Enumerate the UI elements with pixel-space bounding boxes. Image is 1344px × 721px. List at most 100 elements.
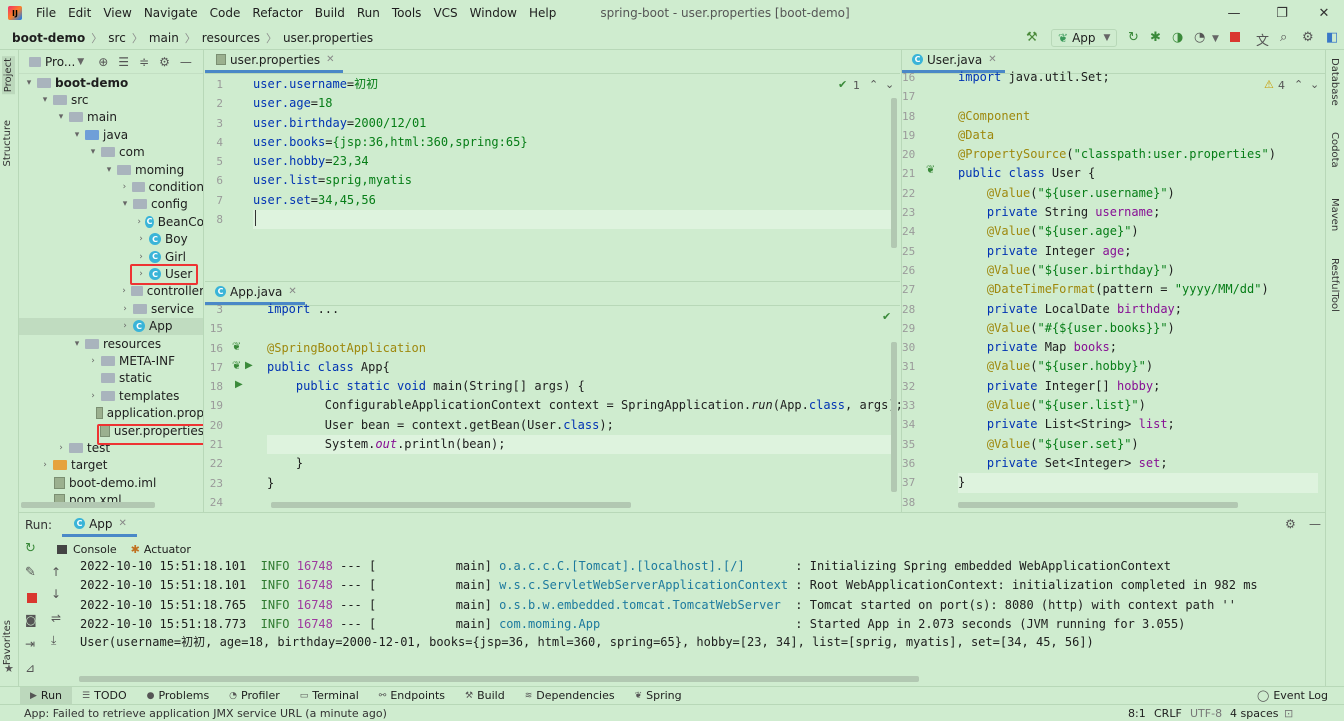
project-view-selector[interactable]: Pro... (45, 55, 75, 69)
database-tool-tab[interactable]: Database (1329, 58, 1340, 106)
expand-arrow-icon[interactable]: ▾ (103, 165, 115, 175)
menu-run[interactable]: Run (351, 0, 386, 26)
profiler-icon[interactable]: ◔ (1194, 30, 1205, 45)
expand-arrow-icon[interactable]: ▾ (55, 112, 67, 122)
close-tab-icon[interactable]: ✕ (119, 518, 127, 529)
camera-icon[interactable]: ◙ (25, 613, 37, 627)
settings-gear-icon[interactable]: ⚙ (1302, 30, 1314, 45)
breadcrumb-item[interactable]: user.properties (281, 31, 375, 45)
file-encoding[interactable]: UTF-8 (1190, 707, 1222, 720)
favorites-star-icon[interactable]: ★ (4, 662, 14, 675)
tree-item[interactable]: ▾ com (19, 144, 203, 161)
tab-actuator[interactable]: Actuator (144, 543, 191, 556)
tree-item[interactable]: › controller (19, 283, 203, 300)
tab-user-properties[interactable]: user.properties ✕ (205, 49, 343, 73)
locate-target-icon[interactable]: ⊕ (98, 55, 108, 69)
menu-navigate[interactable]: Navigate (138, 0, 204, 26)
tree-item[interactable]: › C App (19, 317, 203, 335)
tree-item[interactable]: › service (19, 300, 203, 317)
scroll-up-icon[interactable]: ↑ (51, 565, 61, 579)
rerun-icon[interactable]: ↻ (25, 541, 36, 556)
tab-console[interactable]: Console (73, 543, 117, 556)
maximize-icon[interactable]: ❐ (1260, 0, 1304, 26)
breadcrumb-item[interactable]: src (106, 31, 128, 45)
hide-run-panel-icon[interactable]: — (1309, 517, 1321, 531)
codota-tool-tab[interactable]: Codota (1329, 132, 1340, 168)
build-hammer-icon[interactable]: ⚒ (1026, 30, 1038, 45)
stop-icon[interactable] (27, 593, 37, 603)
menu-refactor[interactable]: Refactor (246, 0, 308, 26)
bottom-tab-endpoints[interactable]: ⚯ Endpoints (369, 689, 455, 702)
code-area[interactable]: import java.util.Set; @Component @Data @Pr… (958, 68, 1318, 512)
menu-vcs[interactable]: VCS (427, 0, 463, 26)
bottom-tab-problems[interactable]: ● Problems (137, 689, 220, 702)
status-message[interactable]: App: Failed to retrieve application JMX … (0, 707, 387, 720)
indent-setting[interactable]: 4 spaces (1230, 707, 1279, 720)
expand-arrow-icon[interactable]: › (87, 391, 99, 401)
expand-arrow-icon[interactable]: › (39, 460, 51, 470)
debug-bug-icon[interactable]: ✱ (1150, 30, 1161, 45)
tree-item[interactable]: › META-INF (19, 352, 203, 369)
search-icon[interactable]: ⌕ (1280, 30, 1287, 45)
favorites-tool-tab[interactable]: Favorites (2, 620, 13, 665)
soft-wrap-icon[interactable]: ⇌ (51, 611, 61, 625)
close-tab-icon[interactable]: ✕ (988, 54, 996, 65)
collapse-all-icon[interactable]: ≑ (139, 55, 149, 69)
bottom-tab-build[interactable]: ⚒ Build (455, 689, 515, 702)
close-tab-icon[interactable]: ✕ (288, 286, 296, 297)
caret-position[interactable]: 8:1 (1128, 707, 1146, 720)
breadcrumb-item[interactable]: main (147, 31, 181, 45)
breadcrumb-item[interactable]: resources (200, 31, 262, 45)
menu-edit[interactable]: Edit (62, 0, 97, 26)
expand-arrow-icon[interactable]: ▾ (23, 78, 35, 88)
tree-item[interactable]: › templates (19, 387, 203, 404)
structure-tool-tab[interactable]: Structure (2, 120, 13, 167)
tree-item[interactable]: › C BeanCo (19, 213, 203, 230)
bottom-tab-profiler[interactable]: ◔ Profiler (219, 689, 290, 702)
exit-icon[interactable]: ⇥ (25, 637, 35, 651)
panel-gear-icon[interactable]: ⚙ (159, 55, 170, 69)
tree-item[interactable]: › C Boy (19, 231, 203, 248)
restfultool-tool-tab[interactable]: RestfulTool (1329, 258, 1340, 312)
more-run-chevron-icon[interactable]: ▼ (1212, 34, 1219, 44)
expand-arrow-icon[interactable]: › (135, 217, 143, 227)
expand-arrow-icon[interactable]: › (119, 321, 131, 331)
tree-item[interactable]: ▾ src (19, 91, 203, 108)
menu-help[interactable]: Help (523, 0, 562, 26)
tree-item[interactable]: › C Girl (19, 248, 203, 265)
wrench-icon[interactable]: ✎ (25, 565, 36, 580)
stop-icon[interactable] (1230, 32, 1240, 42)
expand-arrow-icon[interactable]: › (135, 252, 147, 262)
tree-item[interactable]: ▾ moming (19, 161, 203, 178)
code-area[interactable]: user.username=初初 user.age=18 user.birthday… (253, 75, 893, 230)
tree-item[interactable]: static (19, 370, 203, 387)
console-horizontal-scrollbar[interactable] (79, 676, 919, 682)
updates-icon[interactable]: ◧ (1326, 30, 1338, 45)
event-log-button[interactable]: ◯ Event Log (1257, 689, 1328, 702)
tree-item[interactable]: ▾ java (19, 126, 203, 143)
horizontal-scrollbar[interactable] (958, 502, 1238, 508)
expand-arrow-icon[interactable]: ▾ (119, 199, 131, 209)
expand-arrow-icon[interactable]: ▾ (87, 147, 99, 157)
expand-arrow-icon[interactable]: ▾ (71, 130, 83, 140)
expand-all-icon[interactable]: ☰ (118, 55, 129, 69)
bottom-tab-todo[interactable]: ☰ TODO (72, 689, 137, 702)
horizontal-scrollbar[interactable] (271, 502, 631, 508)
code-area[interactable]: import ... @SpringBootApplication public … (267, 300, 903, 512)
coverage-icon[interactable]: ◑ (1172, 30, 1183, 45)
expand-arrow-icon[interactable]: › (135, 234, 147, 244)
breadcrumb-item[interactable]: boot-demo (10, 31, 87, 45)
bottom-tab-dependencies[interactable]: ≋ Dependencies (515, 689, 625, 702)
scroll-to-end-icon[interactable]: ⤓ (51, 633, 56, 648)
tree-item[interactable]: ▾ boot-demo (19, 74, 203, 91)
tree-item[interactable]: › target (19, 457, 203, 474)
tree-item[interactable]: ▾ resources (19, 335, 203, 352)
pin-icon[interactable]: ⊿ (25, 661, 35, 675)
tree-item[interactable]: › condition (19, 178, 203, 195)
menu-file[interactable]: File (30, 0, 62, 26)
expand-arrow-icon[interactable]: › (119, 286, 129, 296)
project-tool-tab[interactable]: Project (2, 56, 15, 95)
bottom-tab-spring[interactable]: ❦ Spring (625, 689, 692, 702)
expand-arrow-icon[interactable]: ▾ (71, 339, 83, 349)
tree-item[interactable]: boot-demo.iml (19, 474, 203, 491)
